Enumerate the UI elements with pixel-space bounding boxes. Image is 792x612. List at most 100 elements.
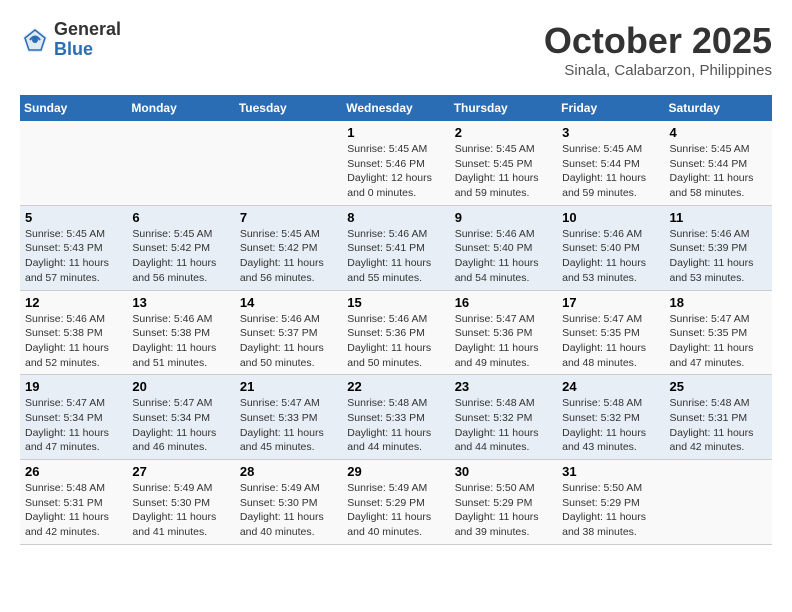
day-number: 28: [240, 464, 337, 479]
calendar-day-cell: 7 Sunrise: 5:45 AM Sunset: 5:42 PM Daylig…: [235, 205, 342, 290]
month-title: October 2025: [544, 20, 772, 62]
day-info: Sunrise: 5:48 AM Sunset: 5:31 PM Dayligh…: [25, 481, 122, 540]
calendar-week-row: 12 Sunrise: 5:46 AM Sunset: 5:38 PM Dayli…: [20, 290, 772, 375]
day-info: Sunrise: 5:45 AM Sunset: 5:42 PM Dayligh…: [132, 227, 229, 286]
calendar-day-cell: 18Sunrise: 5:47 AM Sunset: 5:35 PM Dayli…: [665, 290, 772, 375]
logo-text: General Blue: [54, 20, 121, 60]
day-number: 13: [132, 295, 229, 310]
weekday-header-monday: Monday: [127, 95, 234, 121]
calendar-day-cell: 1 Sunrise: 5:45 AM Sunset: 5:46 PM Daylig…: [342, 121, 449, 205]
calendar-day-cell: 6 Sunrise: 5:45 AM Sunset: 5:42 PM Daylig…: [127, 205, 234, 290]
empty-day-cell: [665, 460, 772, 545]
day-number: 20: [132, 379, 229, 394]
day-number: 15: [347, 295, 444, 310]
day-info: Sunrise: 5:49 AM Sunset: 5:30 PM Dayligh…: [132, 481, 229, 540]
day-info: Sunrise: 5:50 AM Sunset: 5:29 PM Dayligh…: [562, 481, 659, 540]
calendar-week-row: 26 Sunrise: 5:48 AM Sunset: 5:31 PM Dayli…: [20, 460, 772, 545]
location-subtitle: Sinala, Calabarzon, Philippines: [544, 62, 772, 79]
calendar-day-cell: 29Sunrise: 5:49 AM Sunset: 5:29 PM Dayli…: [342, 460, 449, 545]
day-info: Sunrise: 5:46 AM Sunset: 5:41 PM Dayligh…: [347, 227, 444, 286]
calendar-table: SundayMondayTuesdayWednesdayThursdayFrid…: [20, 95, 772, 545]
calendar-day-cell: 13 Sunrise: 5:46 AM Sunset: 5:38 PM Dayli…: [127, 290, 234, 375]
day-number: 6: [132, 210, 229, 225]
weekday-header-row: SundayMondayTuesdayWednesdayThursdayFrid…: [20, 95, 772, 121]
day-number: 11: [670, 210, 767, 225]
day-number: 5: [25, 210, 122, 225]
calendar-day-cell: 3 Sunrise: 5:45 AM Sunset: 5:44 PM Daylig…: [557, 121, 664, 205]
day-number: 26: [25, 464, 122, 479]
calendar-day-cell: 21Sunrise: 5:47 AM Sunset: 5:33 PM Dayli…: [235, 375, 342, 460]
calendar-day-cell: 25 Sunrise: 5:48 AM Sunset: 5:31 PM Dayli…: [665, 375, 772, 460]
day-info: Sunrise: 5:47 AM Sunset: 5:33 PM Dayligh…: [240, 396, 337, 455]
day-info: Sunrise: 5:47 AM Sunset: 5:34 PM Dayligh…: [132, 396, 229, 455]
day-info: Sunrise: 5:47 AM Sunset: 5:36 PM Dayligh…: [455, 312, 552, 371]
logo: General Blue: [20, 20, 121, 60]
day-info: Sunrise: 5:49 AM Sunset: 5:29 PM Dayligh…: [347, 481, 444, 540]
day-info: Sunrise: 5:48 AM Sunset: 5:31 PM Dayligh…: [670, 396, 767, 455]
day-number: 2: [455, 125, 552, 140]
day-info: Sunrise: 5:46 AM Sunset: 5:37 PM Dayligh…: [240, 312, 337, 371]
day-number: 30: [455, 464, 552, 479]
day-info: Sunrise: 5:46 AM Sunset: 5:39 PM Dayligh…: [670, 227, 767, 286]
day-info: Sunrise: 5:45 AM Sunset: 5:44 PM Dayligh…: [670, 142, 767, 201]
day-info: Sunrise: 5:46 AM Sunset: 5:38 PM Dayligh…: [132, 312, 229, 371]
calendar-day-cell: 9 Sunrise: 5:46 AM Sunset: 5:40 PM Daylig…: [450, 205, 557, 290]
weekday-header-sunday: Sunday: [20, 95, 127, 121]
day-number: 10: [562, 210, 659, 225]
empty-day-cell: [235, 121, 342, 205]
day-number: 23: [455, 379, 552, 394]
empty-day-cell: [127, 121, 234, 205]
day-info: Sunrise: 5:46 AM Sunset: 5:40 PM Dayligh…: [455, 227, 552, 286]
day-number: 16: [455, 295, 552, 310]
logo-icon: [20, 25, 50, 55]
day-info: Sunrise: 5:48 AM Sunset: 5:33 PM Dayligh…: [347, 396, 444, 455]
day-info: Sunrise: 5:45 AM Sunset: 5:46 PM Dayligh…: [347, 142, 444, 201]
calendar-day-cell: 24 Sunrise: 5:48 AM Sunset: 5:32 PM Dayli…: [557, 375, 664, 460]
day-number: 22: [347, 379, 444, 394]
weekday-header-friday: Friday: [557, 95, 664, 121]
day-info: Sunrise: 5:47 AM Sunset: 5:35 PM Dayligh…: [670, 312, 767, 371]
title-block: October 2025 Sinala, Calabarzon, Philipp…: [544, 20, 772, 79]
calendar-day-cell: 12 Sunrise: 5:46 AM Sunset: 5:38 PM Dayli…: [20, 290, 127, 375]
day-info: Sunrise: 5:46 AM Sunset: 5:38 PM Dayligh…: [25, 312, 122, 371]
calendar-day-cell: 19 Sunrise: 5:47 AM Sunset: 5:34 PM Dayli…: [20, 375, 127, 460]
weekday-header-thursday: Thursday: [450, 95, 557, 121]
day-info: Sunrise: 5:45 AM Sunset: 5:43 PM Dayligh…: [25, 227, 122, 286]
day-info: Sunrise: 5:47 AM Sunset: 5:34 PM Dayligh…: [25, 396, 122, 455]
calendar-day-cell: 30 Sunrise: 5:50 AM Sunset: 5:29 PM Dayli…: [450, 460, 557, 545]
day-number: 27: [132, 464, 229, 479]
day-info: Sunrise: 5:46 AM Sunset: 5:40 PM Dayligh…: [562, 227, 659, 286]
calendar-day-cell: 20 Sunrise: 5:47 AM Sunset: 5:34 PM Dayli…: [127, 375, 234, 460]
day-number: 1: [347, 125, 444, 140]
day-info: Sunrise: 5:50 AM Sunset: 5:29 PM Dayligh…: [455, 481, 552, 540]
logo-general-text: General: [54, 20, 121, 40]
day-number: 3: [562, 125, 659, 140]
empty-day-cell: [20, 121, 127, 205]
calendar-day-cell: 16 Sunrise: 5:47 AM Sunset: 5:36 PM Dayli…: [450, 290, 557, 375]
calendar-week-row: 19 Sunrise: 5:47 AM Sunset: 5:34 PM Dayli…: [20, 375, 772, 460]
calendar-day-cell: 28 Sunrise: 5:49 AM Sunset: 5:30 PM Dayli…: [235, 460, 342, 545]
calendar-day-cell: 10 Sunrise: 5:46 AM Sunset: 5:40 PM Dayli…: [557, 205, 664, 290]
calendar-day-cell: 23Sunrise: 5:48 AM Sunset: 5:32 PM Dayli…: [450, 375, 557, 460]
day-info: Sunrise: 5:45 AM Sunset: 5:42 PM Dayligh…: [240, 227, 337, 286]
day-info: Sunrise: 5:45 AM Sunset: 5:44 PM Dayligh…: [562, 142, 659, 201]
day-number: 31: [562, 464, 659, 479]
weekday-header-tuesday: Tuesday: [235, 95, 342, 121]
calendar-day-cell: 15 Sunrise: 5:46 AM Sunset: 5:36 PM Dayli…: [342, 290, 449, 375]
day-number: 25: [670, 379, 767, 394]
day-number: 12: [25, 295, 122, 310]
calendar-day-cell: 2Sunrise: 5:45 AM Sunset: 5:45 PM Daylig…: [450, 121, 557, 205]
day-number: 7: [240, 210, 337, 225]
day-number: 14: [240, 295, 337, 310]
day-info: Sunrise: 5:48 AM Sunset: 5:32 PM Dayligh…: [562, 396, 659, 455]
day-info: Sunrise: 5:47 AM Sunset: 5:35 PM Dayligh…: [562, 312, 659, 371]
calendar-day-cell: 22 Sunrise: 5:48 AM Sunset: 5:33 PM Dayli…: [342, 375, 449, 460]
day-number: 9: [455, 210, 552, 225]
day-number: 24: [562, 379, 659, 394]
page-header: General Blue October 2025 Sinala, Calaba…: [20, 20, 772, 79]
calendar-week-row: 5 Sunrise: 5:45 AM Sunset: 5:43 PM Daylig…: [20, 205, 772, 290]
weekday-header-wednesday: Wednesday: [342, 95, 449, 121]
day-number: 19: [25, 379, 122, 394]
day-info: Sunrise: 5:46 AM Sunset: 5:36 PM Dayligh…: [347, 312, 444, 371]
day-info: Sunrise: 5:49 AM Sunset: 5:30 PM Dayligh…: [240, 481, 337, 540]
